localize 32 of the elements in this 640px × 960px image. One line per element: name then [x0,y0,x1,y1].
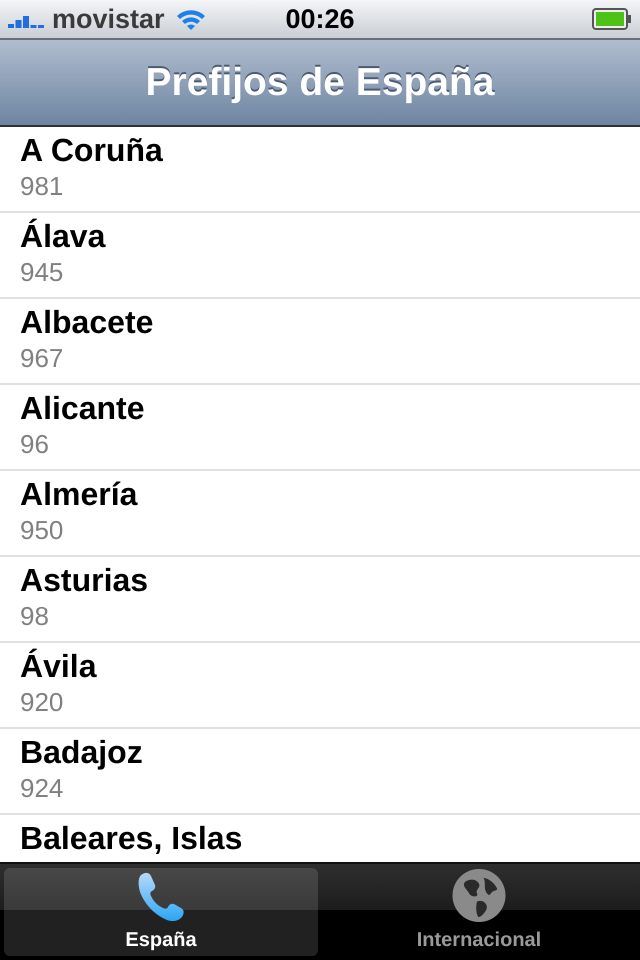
area-code: 98 [20,600,49,633]
province-name: Badajoz [20,733,143,771]
area-code: 981 [20,170,64,203]
screen-title: Prefijos de España [146,60,494,104]
list-row[interactable]: Alicante 96 [0,385,640,471]
province-name: Albacete [20,303,154,341]
province-name: Asturias [20,561,148,599]
list-row[interactable]: Asturias 98 [0,557,640,643]
province-name: Baleares, Islas [20,819,242,857]
province-name: Almería [20,475,138,513]
list-row[interactable]: Álava 945 [0,213,640,299]
area-code: 950 [20,514,64,547]
clock-time: 00:26 [285,4,355,34]
area-code: 96 [20,428,49,461]
area-code: 967 [20,342,64,375]
area-code: 924 [20,772,64,805]
list-row[interactable]: Albacete 967 [0,299,640,385]
area-code: 945 [20,256,64,289]
carrier-name: movistar [52,4,165,34]
province-name: Ávila [20,647,96,685]
area-code: 920 [20,686,64,719]
province-name: Alicante [20,389,144,427]
tab[interactable]: Internacional [322,868,636,956]
tab[interactable]: España [4,868,318,956]
province-name: A Coruña [20,131,163,169]
battery-icon [592,8,632,30]
globe-icon [451,868,507,923]
province-name: Álava [20,217,106,255]
list-row[interactable]: Almería 950 [0,471,640,557]
list-row[interactable]: A Coruña 981 [0,127,640,213]
list-row[interactable]: Badajoz 924 [0,729,640,815]
list-row[interactable]: Ávila 920 [0,643,640,729]
